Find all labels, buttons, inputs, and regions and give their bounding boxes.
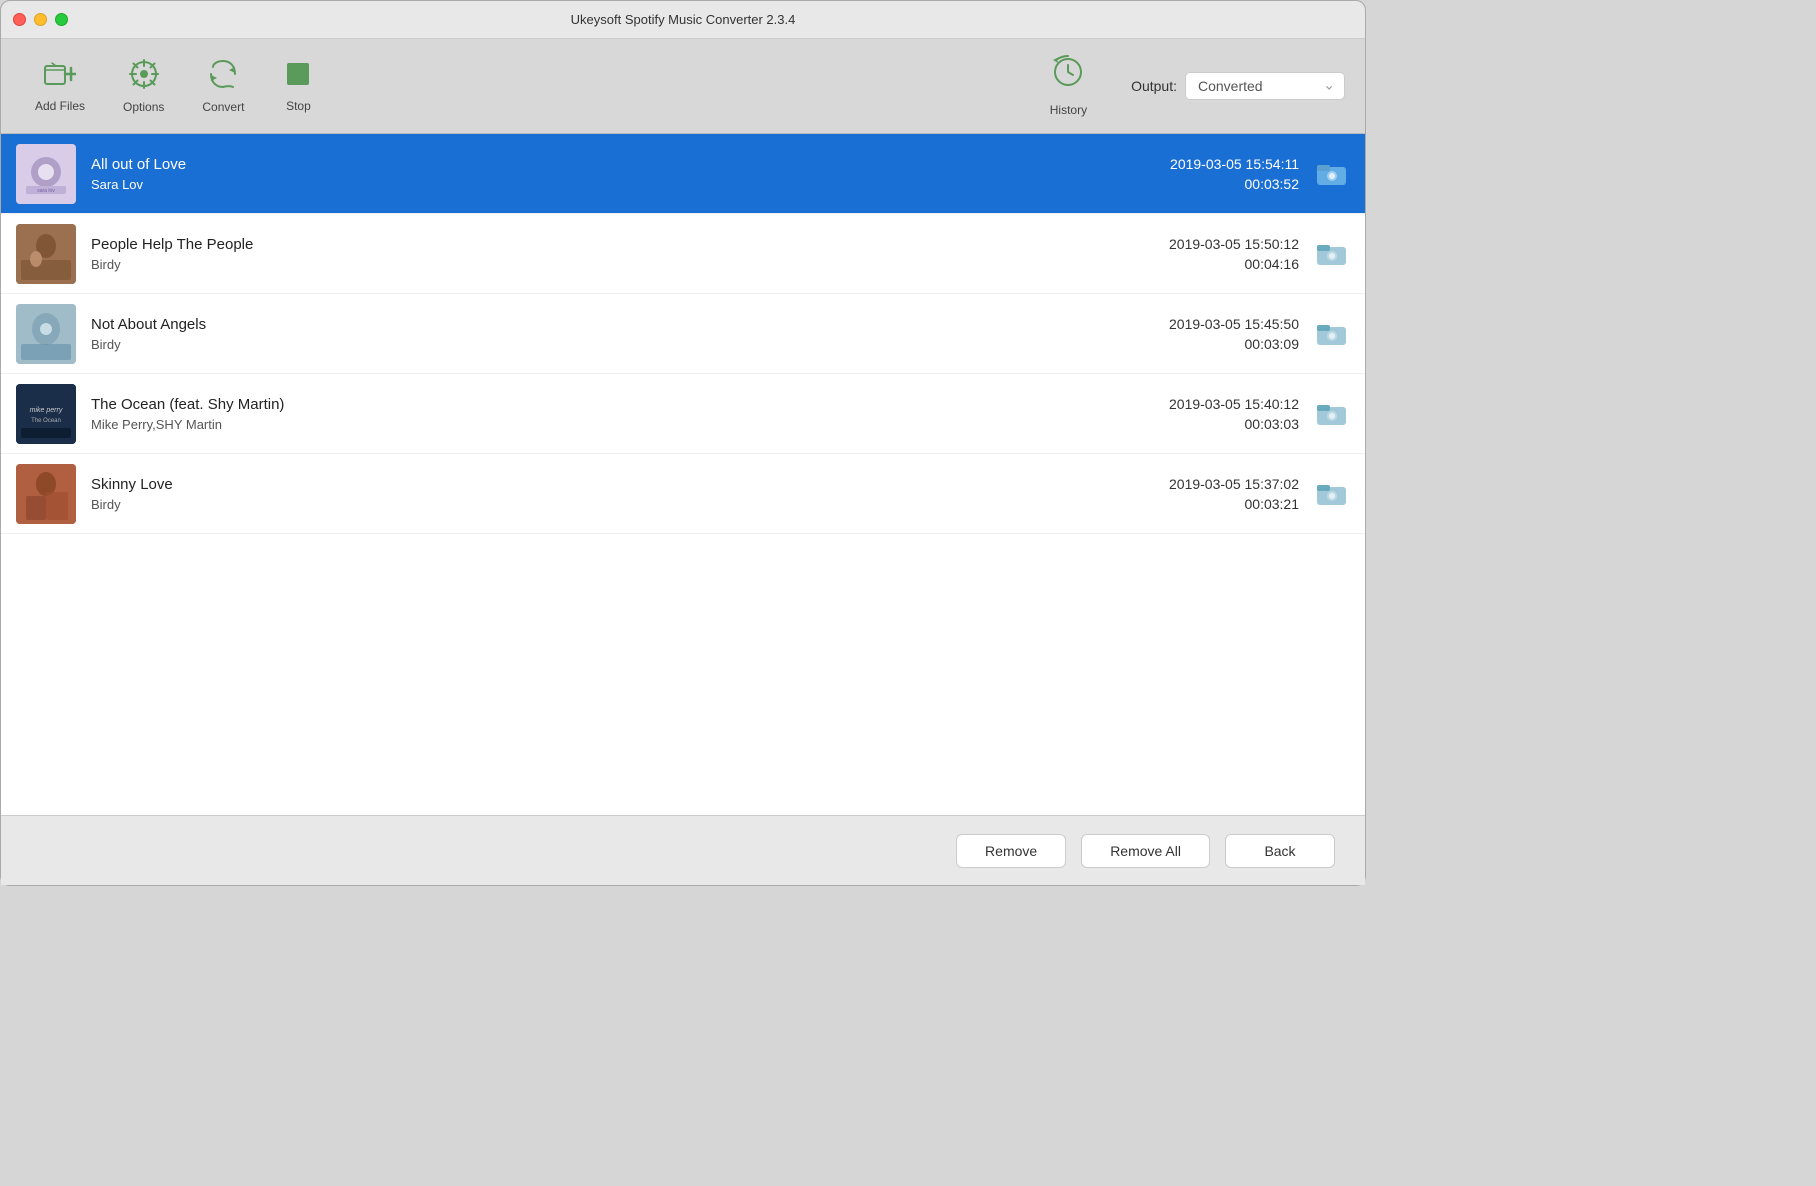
track-artist: Sara Lov — [91, 177, 1064, 192]
track-duration: 00:03:09 — [1245, 336, 1300, 352]
track-row[interactable]: Not About Angels Birdy 2019-03-05 15:45:… — [1, 294, 1365, 374]
track-duration: 00:03:52 — [1245, 176, 1300, 192]
track-duration: 00:04:16 — [1245, 256, 1300, 272]
track-date: 2019-03-05 15:40:12 — [1169, 396, 1299, 412]
track-thumbnail — [16, 304, 76, 364]
add-files-button[interactable]: Add Files — [21, 54, 99, 119]
open-folder-button[interactable] — [1314, 156, 1350, 192]
convert-label: Convert — [202, 100, 244, 114]
track-meta: 2019-03-05 15:37:02 00:03:21 — [1079, 476, 1299, 512]
add-files-label: Add Files — [35, 99, 85, 113]
back-button[interactable]: Back — [1225, 834, 1335, 868]
open-folder-button[interactable] — [1314, 476, 1350, 512]
track-date: 2019-03-05 15:45:50 — [1169, 316, 1299, 332]
track-duration: 00:03:03 — [1245, 416, 1300, 432]
options-button[interactable]: Options — [109, 53, 178, 120]
track-date: 2019-03-05 15:37:02 — [1169, 476, 1299, 492]
track-info: The Ocean (feat. Shy Martin) Mike Perry,… — [91, 396, 1064, 432]
remove-all-button[interactable]: Remove All — [1081, 834, 1210, 868]
bottom-bar: Remove Remove All Back — [1, 815, 1365, 885]
track-row[interactable]: mike perry The Ocean The Ocean (feat. Sh… — [1, 374, 1365, 454]
output-section: Output: Converted — [1131, 72, 1345, 100]
open-folder-button[interactable] — [1314, 396, 1350, 432]
output-dropdown[interactable]: Converted — [1185, 72, 1345, 100]
track-row[interactable]: People Help The People Birdy 2019-03-05 … — [1, 214, 1365, 294]
track-meta: 2019-03-05 15:40:12 00:03:03 — [1079, 396, 1299, 432]
stop-button[interactable]: Stop — [268, 54, 328, 119]
track-artist: Birdy — [91, 497, 1064, 512]
track-date: 2019-03-05 15:54:11 — [1170, 156, 1299, 172]
options-label: Options — [123, 100, 164, 114]
minimize-button[interactable] — [34, 13, 47, 26]
track-title: Not About Angels — [91, 316, 1064, 333]
track-info: Not About Angels Birdy — [91, 316, 1064, 352]
track-row[interactable]: Skinny Love Birdy 2019-03-05 15:37:02 00… — [1, 454, 1365, 534]
output-dropdown-wrapper[interactable]: Converted — [1185, 72, 1345, 100]
track-meta: 2019-03-05 15:50:12 00:04:16 — [1079, 236, 1299, 272]
svg-text:The Ocean: The Ocean — [31, 418, 61, 424]
track-title: All out of Love — [91, 156, 1064, 173]
toolbar: Add Files Options — [1, 39, 1365, 134]
track-artist: Birdy — [91, 337, 1064, 352]
history-icon — [1051, 55, 1085, 97]
convert-button[interactable]: Convert — [188, 53, 258, 120]
track-date: 2019-03-05 15:50:12 — [1169, 236, 1299, 252]
track-meta: 2019-03-05 15:54:11 00:03:52 — [1079, 156, 1299, 192]
track-info: All out of Love Sara Lov — [91, 156, 1064, 192]
track-title: People Help The People — [91, 236, 1064, 253]
svg-text:sara lov: sara lov — [37, 188, 55, 194]
track-meta: 2019-03-05 15:45:50 00:03:09 — [1079, 316, 1299, 352]
track-thumbnail — [16, 224, 76, 284]
close-button[interactable] — [13, 13, 26, 26]
output-label: Output: — [1131, 78, 1177, 94]
window-title: Ukeysoft Spotify Music Converter 2.3.4 — [571, 12, 796, 27]
track-title: The Ocean (feat. Shy Martin) — [91, 396, 1064, 413]
window-controls — [13, 13, 68, 26]
title-bar: Ukeysoft Spotify Music Converter 2.3.4 — [1, 1, 1365, 39]
svg-text:mike perry: mike perry — [30, 407, 63, 414]
add-files-icon — [44, 60, 76, 93]
track-title: Skinny Love — [91, 476, 1064, 493]
track-thumbnail: mike perry The Ocean — [16, 384, 76, 444]
track-list: sara lov All out of Love Sara Lov 2019-0… — [1, 134, 1365, 815]
options-icon — [129, 59, 159, 94]
track-artist: Birdy — [91, 257, 1064, 272]
open-folder-button[interactable] — [1314, 316, 1350, 352]
track-thumbnail — [16, 464, 76, 524]
maximize-button[interactable] — [55, 13, 68, 26]
track-row[interactable]: sara lov All out of Love Sara Lov 2019-0… — [1, 134, 1365, 214]
track-artist: Mike Perry,SHY Martin — [91, 417, 1064, 432]
remove-button[interactable]: Remove — [956, 834, 1066, 868]
stop-icon — [284, 60, 312, 93]
history-button[interactable]: History — [1036, 49, 1101, 123]
stop-label: Stop — [286, 99, 311, 113]
convert-icon — [207, 59, 239, 94]
history-label: History — [1050, 103, 1087, 117]
track-duration: 00:03:21 — [1245, 496, 1300, 512]
track-info: Skinny Love Birdy — [91, 476, 1064, 512]
track-info: People Help The People Birdy — [91, 236, 1064, 272]
open-folder-button[interactable] — [1314, 236, 1350, 272]
track-thumbnail: sara lov — [16, 144, 76, 204]
